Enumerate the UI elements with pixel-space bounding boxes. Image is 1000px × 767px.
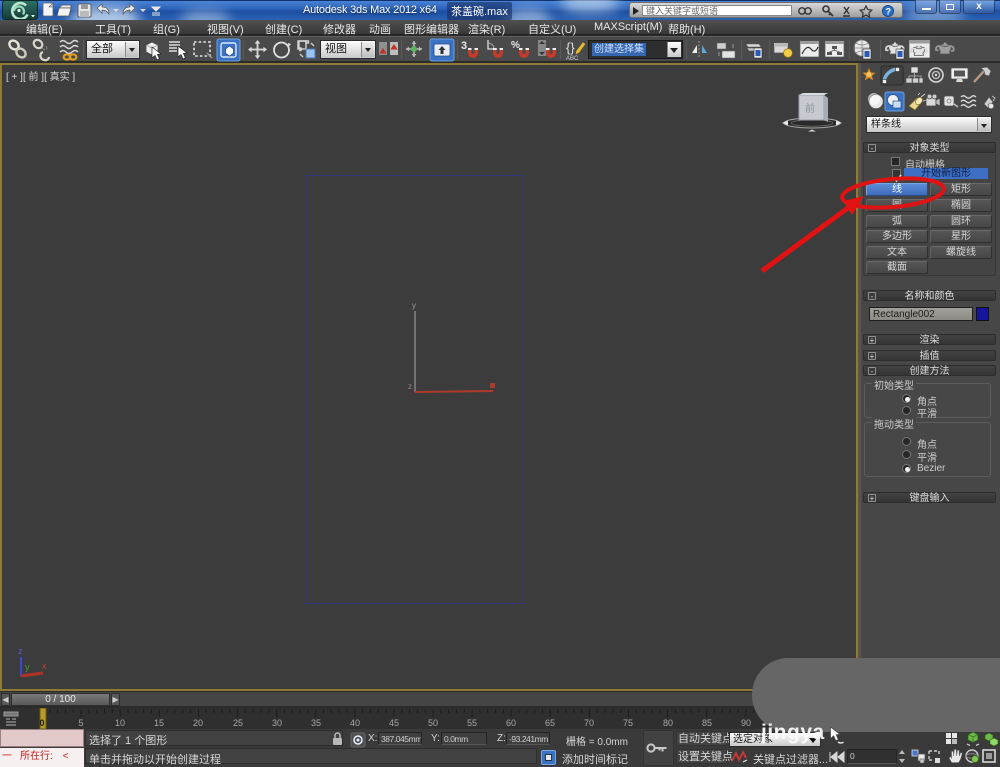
svg-text:3: 3 <box>461 40 467 52</box>
svg-text:?: ? <box>886 7 892 17</box>
svg-text:x: x <box>42 661 47 671</box>
svg-text:ABC: ABC <box>566 56 579 62</box>
svg-text:y: y <box>25 662 30 672</box>
svg-text:%: % <box>511 40 520 51</box>
svg-text:{}: {} <box>566 40 575 55</box>
svg-text:z: z <box>18 646 23 656</box>
svg-text:z: z <box>408 382 412 391</box>
svg-text:y: y <box>412 301 416 310</box>
